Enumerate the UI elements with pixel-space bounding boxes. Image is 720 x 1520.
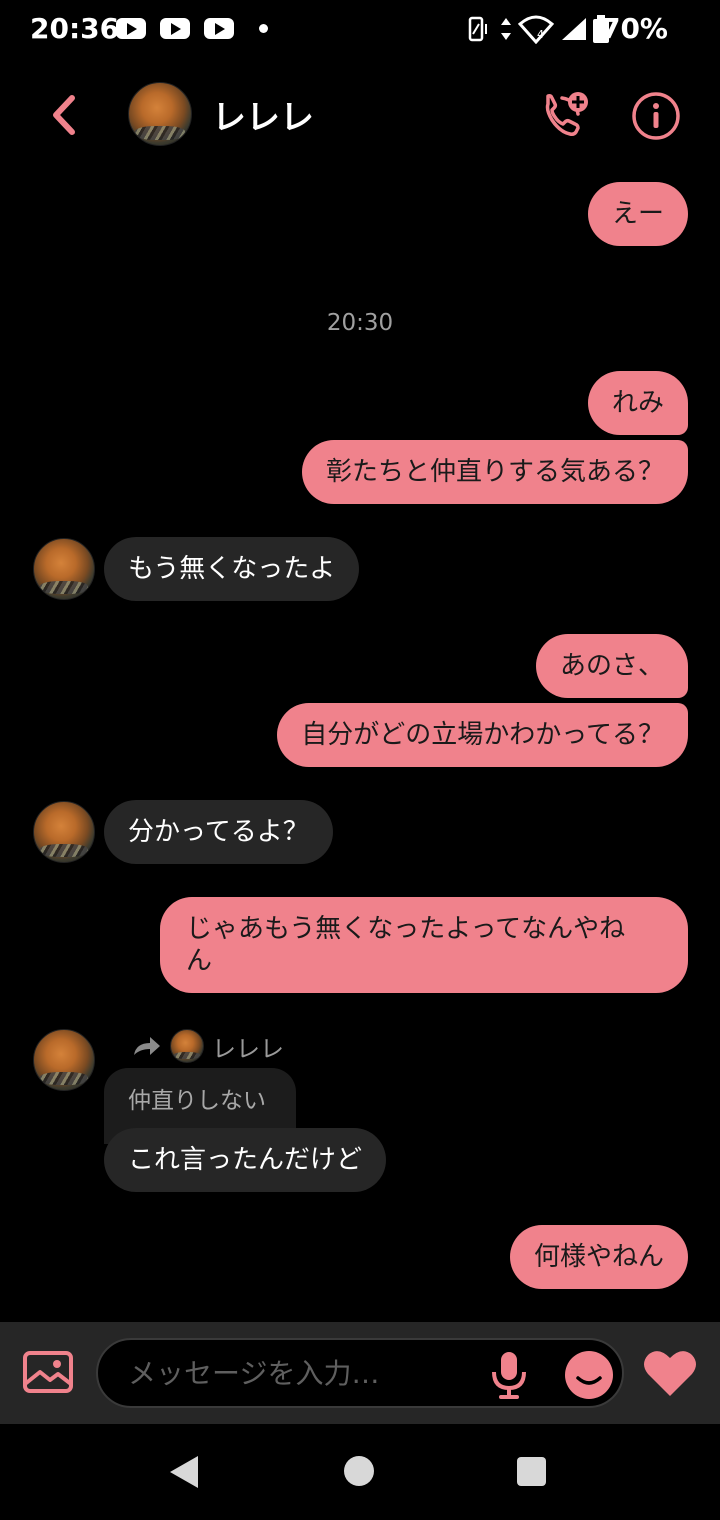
outgoing-message[interactable]: えー <box>587 182 688 246</box>
notification-dot-icon <box>259 24 268 33</box>
outgoing-message[interactable]: 何様やねん <box>509 1225 688 1289</box>
youtube-icon <box>160 18 190 39</box>
info-button[interactable] <box>630 90 682 142</box>
chat-header: レレレ <box>0 70 720 160</box>
message-field[interactable] <box>96 1338 624 1408</box>
svg-text:4: 4 <box>537 28 544 41</box>
like-button[interactable] <box>642 1348 698 1398</box>
contact-avatar[interactable] <box>33 1029 95 1091</box>
message-input[interactable] <box>128 1352 468 1394</box>
nav-back-button[interactable] <box>168 1454 200 1490</box>
incoming-message[interactable]: これ言ったんだけど <box>104 1128 387 1192</box>
composer-bar <box>0 1322 720 1424</box>
incoming-message[interactable]: 分かってるよ？ <box>104 800 333 864</box>
incoming-message[interactable]: もう無くなったよ <box>104 537 360 601</box>
youtube-icon <box>204 18 234 39</box>
outgoing-message[interactable]: 彰たちと仲直りする気ある？ <box>301 440 688 504</box>
forward-icon <box>134 1037 160 1055</box>
timestamp: 20:30 <box>326 310 394 336</box>
outgoing-message[interactable]: じゃあもう無くなったよってなんやね ん <box>160 897 688 993</box>
microphone-button[interactable] <box>490 1350 528 1400</box>
gallery-button[interactable] <box>22 1350 74 1396</box>
add-call-button[interactable] <box>538 90 590 142</box>
message-line: ん <box>186 946 213 976</box>
youtube-icon <box>116 18 146 39</box>
back-button[interactable] <box>40 90 90 140</box>
quoted-text: 仲直りしない <box>128 1088 266 1114</box>
nav-recents-button[interactable] <box>517 1457 546 1486</box>
vibrate-icon <box>468 16 487 42</box>
nav-home-button[interactable] <box>344 1456 374 1486</box>
outgoing-message[interactable]: 自分がどの立場かわかってる？ <box>277 703 688 767</box>
outgoing-message[interactable]: れみ <box>587 371 688 435</box>
data-arrows-icon <box>501 18 511 40</box>
wifi-icon: 4 <box>518 15 554 44</box>
forward-name: レレレ <box>212 1034 284 1063</box>
message-line: じゃあもう無くなったよってなんやね <box>186 914 626 944</box>
forward-avatar <box>170 1029 204 1063</box>
system-nav-bar <box>0 1424 720 1520</box>
battery-percent: 70% <box>600 12 668 45</box>
contact-avatar[interactable] <box>128 82 192 146</box>
contact-avatar[interactable] <box>33 538 95 600</box>
contact-avatar[interactable] <box>33 801 95 863</box>
status-time: 20:36 <box>30 12 120 45</box>
forwarded-indicator: レレレ <box>132 1028 284 1064</box>
emoji-button[interactable] <box>564 1350 614 1400</box>
status-bar: 20:36 4 70% <box>0 0 720 58</box>
chevron-left-icon <box>53 95 75 135</box>
signal-icon <box>562 18 586 40</box>
contact-name[interactable]: レレレ <box>212 90 314 139</box>
outgoing-message[interactable]: あのさ、 <box>535 634 688 698</box>
